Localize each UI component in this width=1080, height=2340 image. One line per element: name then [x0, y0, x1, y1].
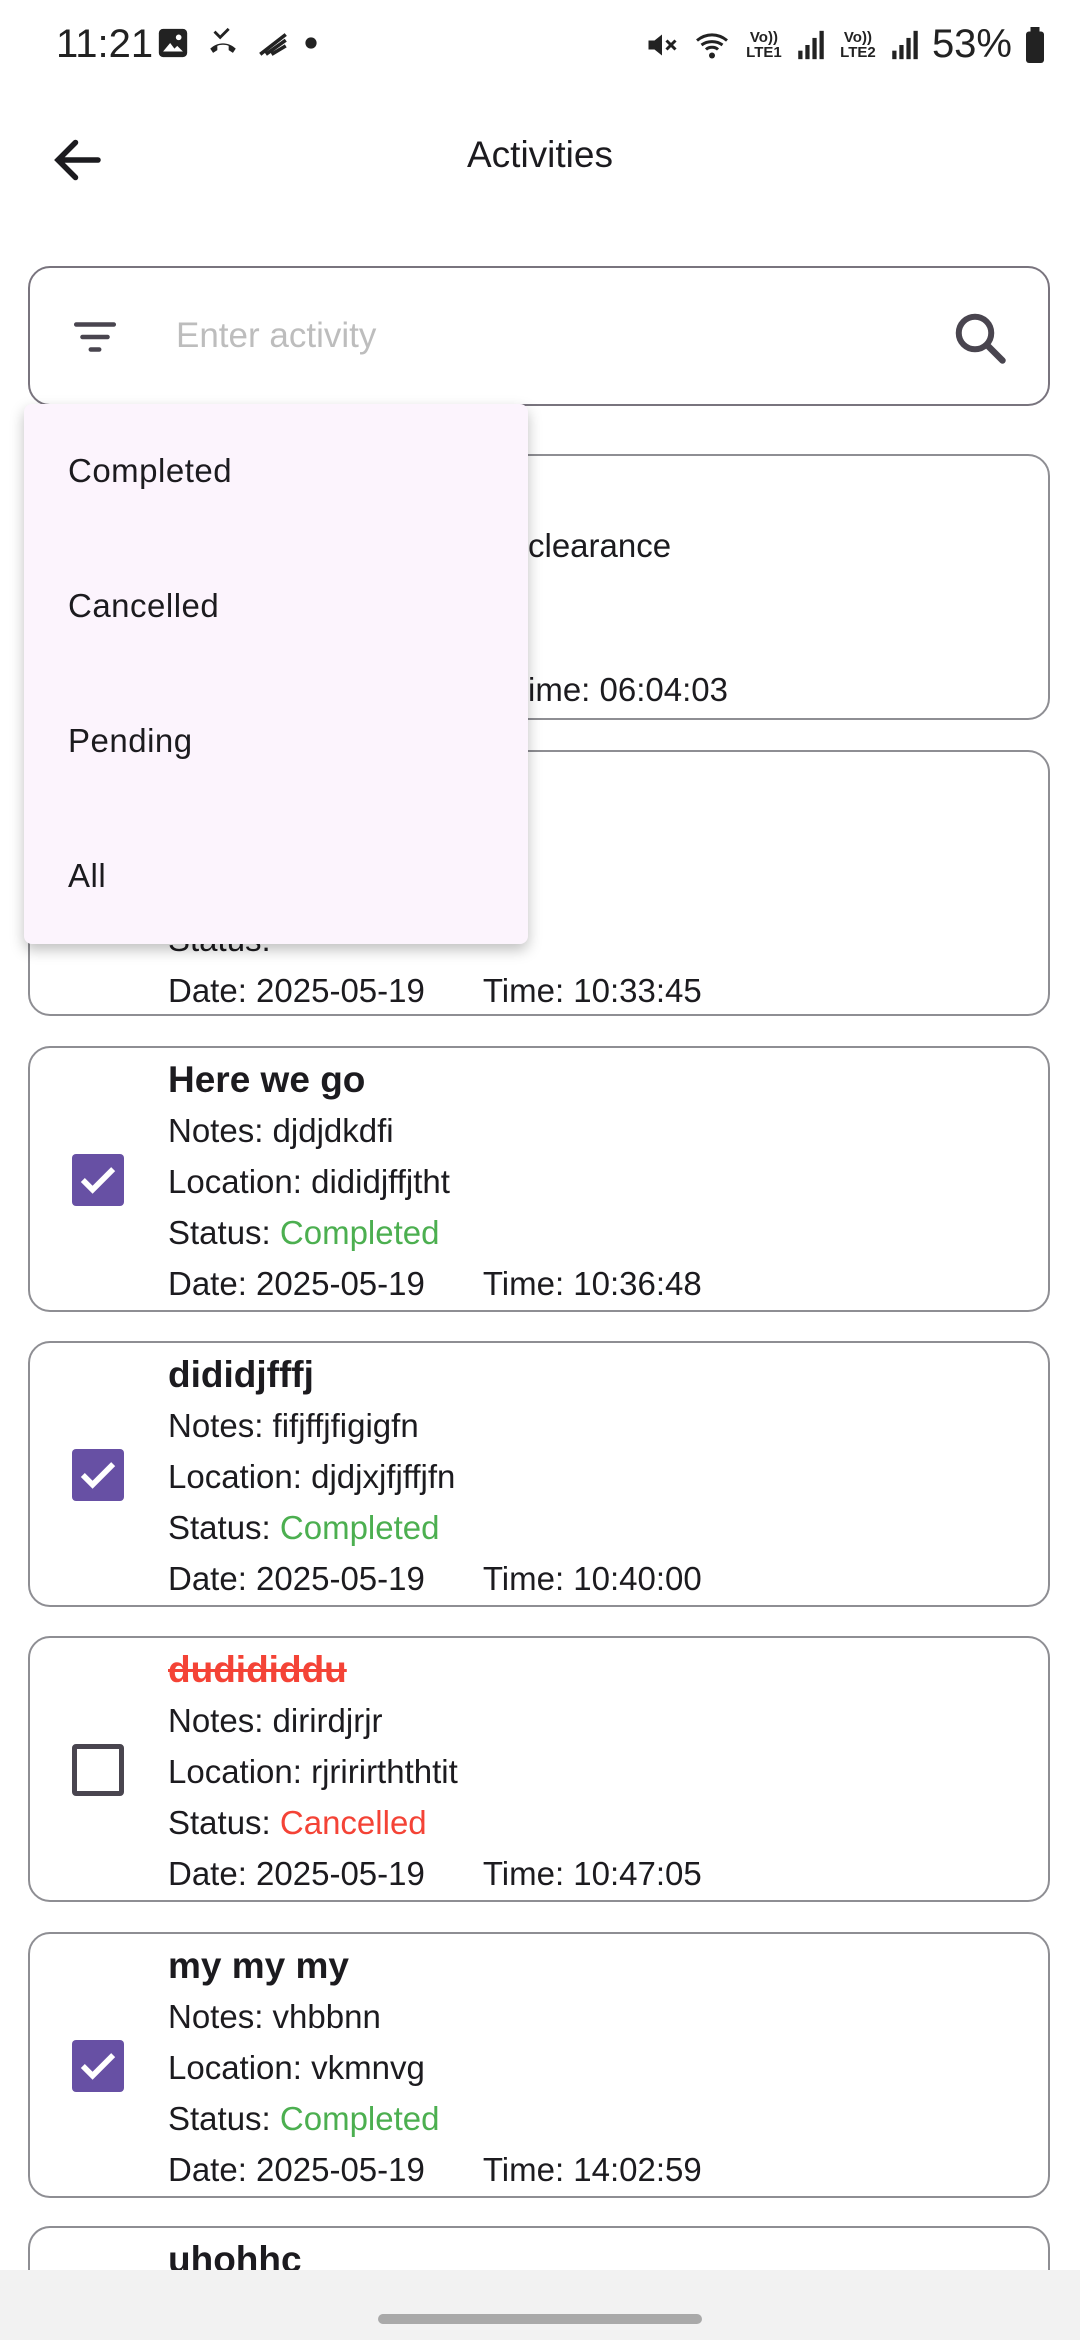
check-icon	[80, 1462, 116, 1489]
battery-icon	[1026, 26, 1044, 63]
card-title: uhohhc	[168, 2239, 302, 2270]
card-title: Here we go	[168, 1059, 366, 1100]
sim2-label: Vo)) LTE2	[840, 28, 876, 61]
page-title: Activities	[467, 134, 613, 175]
filter-button[interactable]	[68, 312, 122, 362]
status-badge: Completed	[279, 2100, 440, 2137]
card-time-partial: ime: 06:04:03	[528, 671, 728, 708]
search-button[interactable]	[950, 308, 1010, 368]
notification-icons	[156, 26, 318, 60]
card-date-row: Date: 2025-05-19 Time: 10:47:05	[168, 1848, 702, 1899]
activity-card[interactable]: uhohhc	[28, 2226, 1050, 2270]
signal-bars-icon	[798, 30, 824, 59]
card-notes: Notes: djdjdkdfi	[168, 1112, 394, 1149]
status-time: 11:21	[56, 22, 154, 66]
card-date-row: Date: 2025-05-19 Time: 10:40:00	[168, 1553, 702, 1604]
dot-icon	[305, 37, 317, 49]
signal-bars-icon-2	[892, 30, 918, 59]
sim1-label: Vo)) LTE1	[746, 28, 782, 61]
card-status-label: Status:	[168, 1214, 280, 1251]
search-bar: Enter activity	[28, 266, 1050, 406]
status-badge: Cancelled	[279, 1804, 427, 1841]
card-title: my my my	[168, 1945, 349, 1986]
card-time: Time: 10:40:00	[482, 1560, 702, 1597]
completed-checkbox[interactable]	[72, 1449, 124, 1501]
activity-card[interactable]: dudididdu Notes: dirirdjrjr Location: rj…	[28, 1636, 1050, 1902]
filter-icon	[73, 322, 117, 352]
status-bar: 11:21 Vo)) LTE1 Vo)) LTE2 53%	[0, 0, 1080, 90]
app-bar: Activities	[0, 100, 1080, 220]
gallery-icon	[158, 28, 188, 58]
card-time: Time: 10:36:48	[482, 1265, 702, 1302]
check-icon	[80, 2053, 116, 2080]
card-date: Date: 2025-05-19	[168, 1855, 425, 1892]
card-status-label: Status:	[168, 1509, 280, 1546]
signal-strength-icon	[259, 33, 287, 56]
activity-card[interactable]: dididjfffj Notes: fifjffjfigigfn Locatio…	[28, 1341, 1050, 1607]
filter-menu: Completed Cancelled Pending All	[24, 404, 528, 944]
card-status-row: Status: Completed	[168, 1207, 702, 1258]
card-time: Time: 10:33:45	[482, 972, 702, 1009]
card-date: Date: 2025-05-19	[168, 972, 425, 1009]
search-input[interactable]: Enter activity	[176, 316, 376, 356]
card-date-row: Date: 2025-05-19 Time: 14:02:59	[168, 2144, 702, 2195]
card-date: Date: 2025-05-19	[168, 1265, 425, 1302]
card-time: Time: 14:02:59	[482, 2151, 702, 2188]
completed-checkbox[interactable]	[72, 1154, 124, 1206]
menu-item-all[interactable]: All	[68, 857, 106, 895]
card-status-row: Status: Completed	[168, 1502, 702, 1553]
battery-percent: 53%	[931, 22, 1012, 66]
card-time: Time: 10:47:05	[482, 1855, 702, 1892]
card-location: Location: rjririrththtit	[168, 1753, 458, 1790]
card-location: Location: vkmnvg	[168, 2049, 425, 2086]
navigation-bar	[0, 2270, 1080, 2340]
card-status-label: Status:	[168, 1804, 280, 1841]
card-notes: Notes: vhbbnn	[168, 1998, 381, 2035]
card-status-label: Status:	[168, 2100, 280, 2137]
status-badge: Completed	[279, 1509, 440, 1546]
missed-call-icon	[210, 27, 236, 53]
completed-checkbox[interactable]	[72, 1744, 124, 1796]
card-title: dudididdu	[168, 1649, 347, 1690]
menu-item-cancelled[interactable]: Cancelled	[68, 587, 219, 625]
card-status-row: Status: Cancelled	[168, 1797, 702, 1848]
mute-icon	[648, 34, 677, 55]
home-gesture-handle[interactable]	[378, 2314, 702, 2324]
check-icon	[80, 1167, 116, 1194]
completed-checkbox[interactable]	[72, 2040, 124, 2092]
card-date-row: Date: 2025-05-19 Time: 10:33:45	[168, 965, 702, 1014]
activity-card[interactable]: Here we go Notes: djdjdkdfi Location: di…	[28, 1046, 1050, 1312]
card-status-row: Status: Completed	[168, 2093, 702, 2144]
menu-item-completed[interactable]: Completed	[68, 452, 232, 490]
card-location: Location: dididjffjtht	[168, 1163, 450, 1200]
search-icon	[955, 313, 1006, 364]
card-notes: Notes: fifjffjfigigfn	[168, 1407, 419, 1444]
card-date: Date: 2025-05-19	[168, 2151, 425, 2188]
card-date: Date: 2025-05-19	[168, 1560, 425, 1597]
card-date-row: Date: 2025-05-19 Time: 10:36:48	[168, 1258, 702, 1309]
wifi-icon	[695, 32, 728, 58]
card-location: Location: djdjxjfjffjfn	[168, 1458, 456, 1495]
status-badge: Completed	[279, 1214, 440, 1251]
card-notes: Notes: dirirdjrjr	[168, 1702, 383, 1739]
activity-card[interactable]: my my my Notes: vhbbnn Location: vkmnvg …	[28, 1932, 1050, 2198]
system-icons: Vo)) LTE1 Vo)) LTE2 53%	[644, 22, 1046, 67]
menu-item-pending[interactable]: Pending	[68, 722, 193, 760]
card-title: dididjfffj	[168, 1354, 314, 1395]
card-title-partial: clearance	[528, 527, 672, 564]
